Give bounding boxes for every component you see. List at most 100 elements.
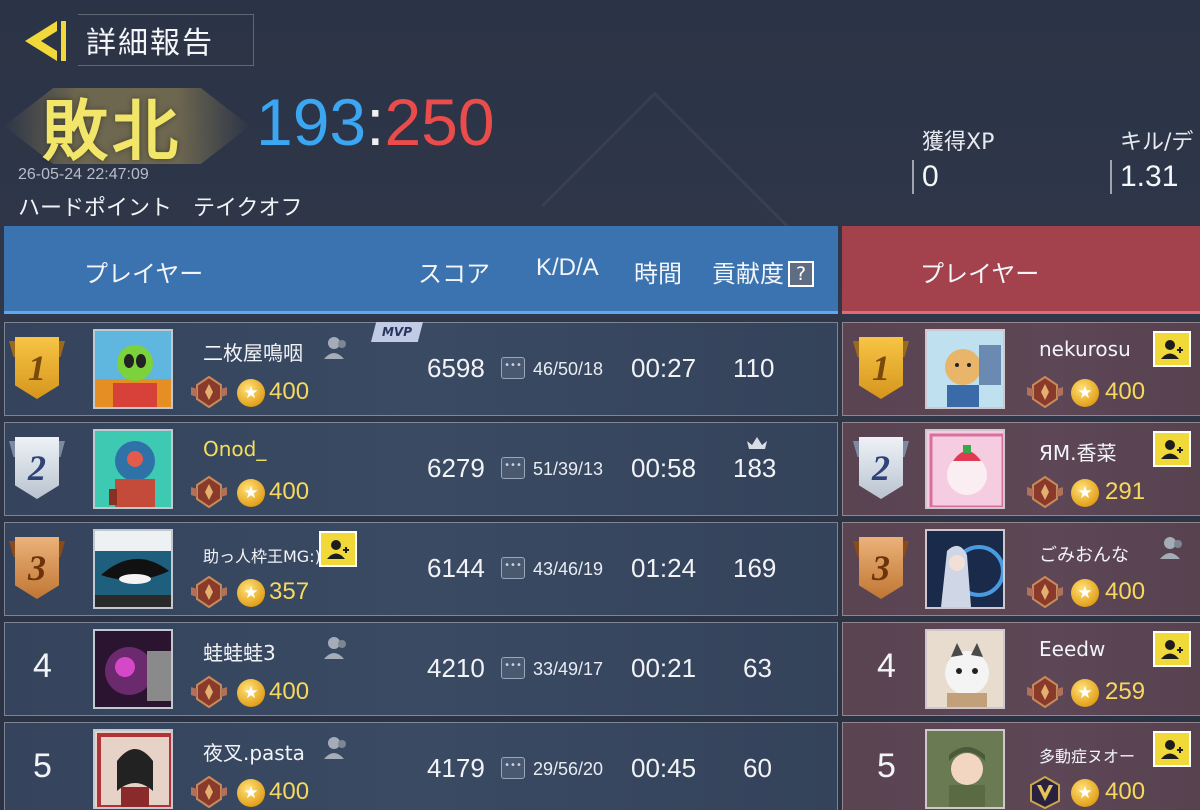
rank-emblem-icon — [1027, 675, 1063, 709]
avatar[interactable] — [925, 429, 1005, 509]
avatar[interactable] — [925, 329, 1005, 409]
rank-emblem-icon — [1027, 475, 1063, 509]
red-team-header: プレイヤー — [842, 226, 1200, 314]
col-contribution-label: 貢献度 — [712, 260, 784, 288]
result-text: 敗北 — [42, 93, 182, 170]
player-contribution: 183 — [733, 453, 777, 483]
add-friend-button[interactable] — [319, 531, 357, 567]
player-name: 助っ人枠王MG:) — [203, 547, 321, 566]
back-button[interactable] — [12, 12, 74, 70]
level-star-icon: ★ — [1071, 479, 1099, 507]
player-time: 00:45 — [631, 753, 697, 783]
kda-detail-icon[interactable]: ••• — [501, 657, 525, 679]
kda-detail-icon[interactable]: ••• — [501, 457, 525, 479]
xp-label: 獲得XP — [922, 130, 995, 155]
avatar[interactable] — [925, 629, 1005, 709]
player-name: 多動症ヌオー — [1039, 747, 1136, 766]
player-level: 400 — [269, 778, 310, 805]
add-friend-icon — [1161, 640, 1183, 659]
kda-detail-icon[interactable]: ••• — [501, 357, 525, 379]
rank-badge-bronze: 3 — [859, 537, 903, 599]
player-score: 6144 — [427, 553, 485, 583]
red-player-row-3[interactable]: 3 ごみおんな ★ 400 — [842, 522, 1200, 616]
blue-team-score: 193 — [256, 85, 367, 159]
level-star-icon: ★ — [1071, 679, 1099, 707]
player-contribution: 60 — [743, 753, 772, 783]
level-star-icon: ★ — [237, 379, 265, 407]
add-friend-button[interactable] — [1153, 631, 1191, 667]
crown-icon — [747, 437, 767, 449]
col-contribution: 貢献度? — [712, 254, 814, 289]
friend-icon[interactable] — [323, 735, 351, 761]
add-friend-button[interactable] — [1153, 331, 1191, 367]
rank-badge-silver: 2 — [15, 437, 59, 499]
player-level: 259 — [1105, 678, 1146, 705]
avatar[interactable] — [93, 429, 173, 509]
player-name: 夜叉.pasta — [203, 741, 305, 765]
kda-detail-icon[interactable]: ••• — [501, 557, 525, 579]
avatar[interactable] — [925, 729, 1005, 809]
player-contribution: 169 — [733, 553, 777, 583]
player-level: 400 — [269, 678, 310, 705]
avatar[interactable] — [93, 629, 173, 709]
col-time: 時間 — [634, 260, 682, 288]
col-score: スコア — [418, 260, 490, 288]
avatar[interactable] — [93, 529, 173, 609]
add-friend-icon — [1161, 440, 1183, 459]
player-level: 357 — [269, 578, 310, 605]
rank-badge-gold: 1 — [859, 337, 903, 399]
kd-value: 1.31 — [1110, 160, 1193, 194]
friend-icon[interactable] — [323, 335, 351, 361]
blue-player-row-4[interactable]: 4 蛙蛙蛙3 ★ 400 4210 ••• 33/49/17 00:21 63 — [4, 622, 838, 716]
add-friend-button[interactable] — [1153, 731, 1191, 767]
player-contribution: 63 — [743, 653, 772, 683]
level-star-icon: ★ — [1071, 579, 1099, 607]
player-kda: 33/49/17 — [533, 659, 604, 679]
rank-emblem-icon — [191, 575, 227, 609]
add-friend-icon — [1161, 740, 1183, 759]
avatar[interactable] — [93, 729, 173, 809]
blue-player-row-3[interactable]: 3 助っ人枠王MG:) ★ 357 6144 ••• 43/46/19 01:2… — [4, 522, 838, 616]
friend-icon[interactable] — [323, 635, 351, 661]
rank-emblem-icon — [1027, 375, 1063, 409]
rank-emblem-icon — [191, 675, 227, 709]
player-level: 400 — [1105, 778, 1146, 805]
avatar[interactable] — [93, 329, 173, 409]
blue-player-row-5[interactable]: 5 夜叉.pasta ★ 400 4179 ••• 29/56/20 00:45… — [4, 722, 838, 810]
col-kda: K/D/A — [536, 254, 599, 281]
red-player-row-5[interactable]: 5 多動症ヌオー ★ 400 — [842, 722, 1200, 810]
player-score: 6279 — [427, 453, 485, 483]
player-name: ЯM.香菜 — [1039, 441, 1117, 465]
player-time: 00:58 — [631, 453, 697, 483]
page-title: 詳細報告 — [78, 14, 254, 66]
help-icon[interactable]: ? — [788, 261, 814, 287]
add-friend-button[interactable] — [1153, 431, 1191, 467]
level-star-icon: ★ — [237, 779, 265, 807]
col-player-red: プレイヤー — [920, 260, 1040, 288]
add-friend-icon — [1161, 340, 1183, 359]
rank-number: 4 — [33, 647, 52, 685]
player-name: ごみおんな — [1039, 545, 1129, 566]
player-name: Eeedw — [1039, 637, 1106, 661]
friend-icon[interactable] — [1159, 535, 1187, 561]
rank-badge-bronze: 3 — [15, 537, 59, 599]
player-level: 400 — [1105, 578, 1146, 605]
player-kda: 29/56/20 — [533, 759, 604, 779]
avatar[interactable] — [925, 529, 1005, 609]
blue-player-row-2[interactable]: 2 Onod_ ★ 400 6279 ••• 51/39/13 00:58 18… — [4, 422, 838, 516]
rank-number: 4 — [877, 647, 896, 685]
blue-team-header: プレイヤー スコア K/D/A 時間 貢献度? — [4, 226, 838, 314]
blue-player-row-1[interactable]: 1 二枚屋鳴咽 ★ 400 MVP 6598 ••• 46/50/18 00:2… — [4, 322, 838, 416]
col-player: プレイヤー — [84, 260, 204, 288]
rank-badge-gold: 1 — [15, 337, 59, 399]
player-name: 蛙蛙蛙3 — [203, 641, 276, 665]
level-star-icon: ★ — [237, 679, 265, 707]
kda-detail-icon[interactable]: ••• — [501, 757, 525, 779]
xp-stat: 獲得XP 0 — [912, 124, 994, 194]
red-player-row-4[interactable]: 4 Eeedw ★ 259 — [842, 622, 1200, 716]
player-level: 400 — [269, 378, 310, 405]
match-result: 敗北 — [0, 78, 260, 174]
red-player-row-2[interactable]: 2 ЯM.香菜 ★ 291 — [842, 422, 1200, 516]
rank-emblem-icon — [1027, 575, 1063, 609]
red-player-row-1[interactable]: 1 nekurosu ★ 400 — [842, 322, 1200, 416]
